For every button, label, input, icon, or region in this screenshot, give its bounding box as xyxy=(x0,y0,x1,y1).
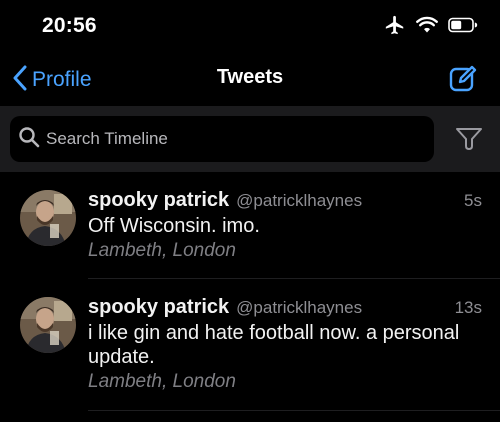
navigation-bar: Profile Tweets xyxy=(0,56,500,104)
tweet-cell[interactable]: spooky patrick @patricklhaynes 13s i lik… xyxy=(0,279,500,411)
page-title: Tweets xyxy=(216,66,284,88)
tweet-text: i like gin and hate football now. a pers… xyxy=(88,322,460,368)
user-handle: @patricklhaynes xyxy=(236,191,363,210)
tweet-cell[interactable]: spooky patrick @patricklhaynes 5s Off Wi… xyxy=(0,172,500,279)
filter-button[interactable] xyxy=(454,124,484,154)
divider xyxy=(88,410,500,411)
display-name: spooky patrick xyxy=(88,296,230,318)
compose-button[interactable] xyxy=(448,64,478,94)
tweet-content: spooky patrick @patricklhaynes 13s i lik… xyxy=(88,296,482,393)
battery-icon xyxy=(448,17,478,33)
tweet-location[interactable]: Lambeth, London xyxy=(88,371,482,393)
avatar[interactable] xyxy=(20,190,76,246)
tweet-header: spooky patrick @patricklhaynes 5s xyxy=(88,189,482,212)
status-bar: 20:56 xyxy=(0,0,500,56)
tweet-timestamp: 13s xyxy=(454,298,482,317)
tweet-location[interactable]: Lambeth, London xyxy=(88,240,482,262)
compose-icon xyxy=(448,65,478,98)
airplane-icon xyxy=(384,14,406,36)
tweet-list: spooky patrick @patricklhaynes 5s Off Wi… xyxy=(0,172,500,411)
search-icon xyxy=(18,126,40,153)
status-time: 20:56 xyxy=(42,14,97,37)
wifi-icon xyxy=(416,16,438,34)
tweet-timestamp: 5s xyxy=(464,191,482,210)
search-bar-row: Search Timeline xyxy=(0,106,500,172)
search-placeholder: Search Timeline xyxy=(46,129,168,148)
tweet-text: Off Wisconsin. imo. xyxy=(88,215,260,237)
user-handle: @patricklhaynes xyxy=(236,298,363,317)
search-input[interactable]: Search Timeline xyxy=(10,116,434,162)
display-name: spooky patrick xyxy=(88,189,230,211)
status-icons xyxy=(384,14,478,36)
avatar[interactable] xyxy=(20,297,76,353)
tweet-header: spooky patrick @patricklhaynes 13s xyxy=(88,296,482,319)
tweet-content: spooky patrick @patricklhaynes 5s Off Wi… xyxy=(88,189,482,262)
filter-icon xyxy=(454,128,484,158)
